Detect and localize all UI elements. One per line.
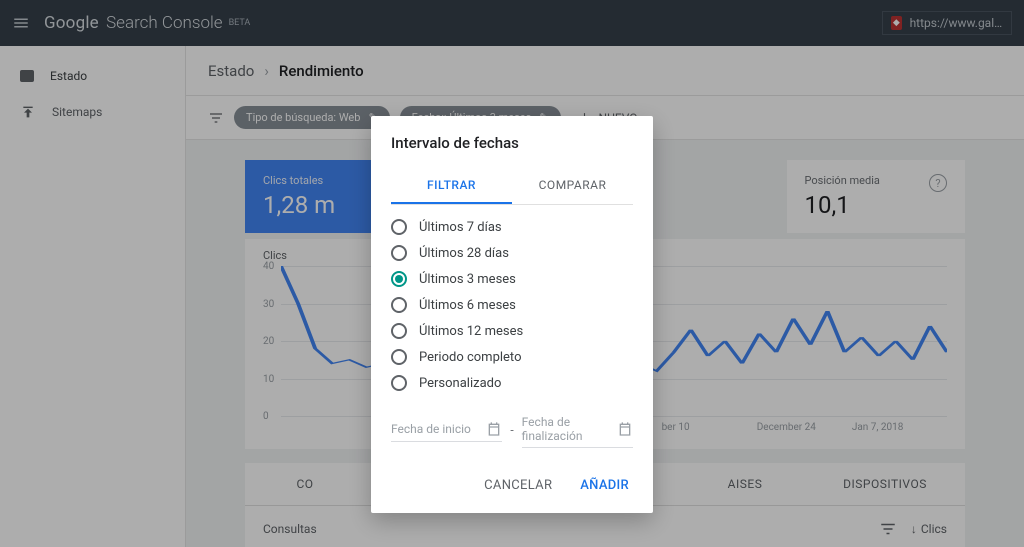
apply-button[interactable]: AÑADIR — [576, 472, 633, 499]
radio-icon — [391, 375, 407, 391]
dialog-tabs: FILTRAR COMPARAR — [391, 168, 633, 205]
dialog-tab-filter[interactable]: FILTRAR — [391, 168, 512, 204]
date-separator: - — [510, 423, 513, 437]
date-option-radio[interactable]: Últimos 28 días — [391, 245, 633, 261]
date-option-radio[interactable]: Últimos 6 meses — [391, 297, 633, 313]
radio-icon — [391, 297, 407, 313]
date-option-radio[interactable]: Periodo completo — [391, 349, 633, 365]
radio-label: Periodo completo — [419, 350, 521, 365]
calendar-icon[interactable] — [486, 421, 502, 437]
radio-icon — [391, 271, 407, 287]
calendar-icon[interactable] — [617, 421, 633, 437]
radio-label: Últimos 3 meses — [419, 272, 516, 287]
radio-label: Últimos 7 días — [419, 220, 502, 235]
radio-label: Últimos 12 meses — [419, 324, 523, 339]
start-date-label: Fecha de inicio — [391, 422, 471, 436]
radio-icon — [391, 245, 407, 261]
dialog-tab-compare[interactable]: COMPARAR — [512, 168, 633, 204]
dialog-title: Intervalo de fechas — [391, 134, 633, 152]
radio-label: Últimos 28 días — [419, 246, 509, 261]
date-range-dialog: Intervalo de fechas FILTRAR COMPARAR Últ… — [371, 116, 653, 513]
date-option-radio[interactable]: Personalizado — [391, 375, 633, 391]
radio-icon — [391, 219, 407, 235]
cancel-button[interactable]: CANCELAR — [480, 472, 556, 499]
radio-label: Personalizado — [419, 376, 501, 391]
date-option-radio[interactable]: Últimos 7 días — [391, 219, 633, 235]
dialog-actions: CANCELAR AÑADIR — [391, 472, 633, 499]
radio-label: Últimos 6 meses — [419, 298, 516, 313]
start-date-field[interactable]: Fecha de inicio — [391, 417, 502, 442]
custom-date-row: Fecha de inicio - Fecha de finalización — [391, 411, 633, 448]
end-date-label: Fecha de finalización — [522, 415, 617, 443]
end-date-field[interactable]: Fecha de finalización — [522, 411, 633, 448]
date-option-radio[interactable]: Últimos 3 meses — [391, 271, 633, 287]
radio-icon — [391, 323, 407, 339]
date-option-radio[interactable]: Últimos 12 meses — [391, 323, 633, 339]
radio-icon — [391, 349, 407, 365]
date-range-options: Últimos 7 días Últimos 28 días Últimos 3 m… — [391, 219, 633, 391]
modal-overlay[interactable]: Intervalo de fechas FILTRAR COMPARAR Últ… — [0, 0, 1024, 547]
